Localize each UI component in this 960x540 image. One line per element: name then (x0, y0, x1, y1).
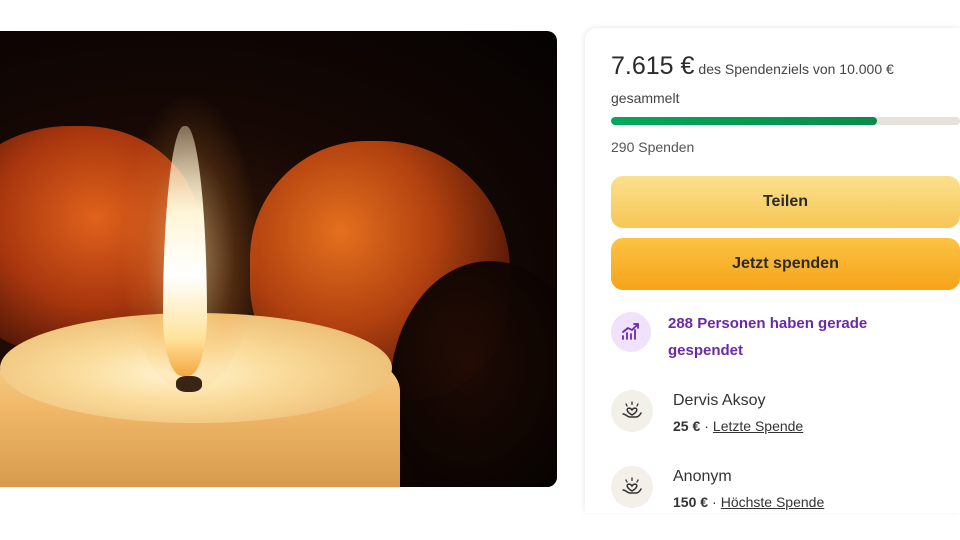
heart-hand-icon (611, 466, 653, 508)
donor-name: Dervis Aksoy (673, 392, 766, 409)
progress-bar (611, 117, 960, 125)
donor-meta: 150 € · Höchste Spende (673, 494, 824, 510)
donations-count: 290 Spenden (611, 139, 695, 155)
donor-amount: 150 € (673, 494, 709, 510)
latest-donation-link[interactable]: Letzte Spende (713, 418, 803, 434)
donate-now-button[interactable]: Jetzt spenden (611, 238, 960, 290)
top-donation-link[interactable]: Höchste Spende (721, 494, 825, 510)
recent-donations-text: 288 Personen haben gerade gespendet (668, 315, 868, 359)
trending-up-icon (611, 312, 651, 352)
candle-in-hands-image (0, 31, 557, 487)
recent-donations-notice: 288 Personen haben gerade gespendet (611, 308, 960, 368)
share-button[interactable]: Teilen (611, 176, 960, 228)
goal-text: des Spendenziels von 10.000 € (698, 61, 894, 77)
separator: · (712, 494, 717, 510)
heart-hand-icon (611, 390, 653, 432)
progress-bar-fill (611, 117, 877, 125)
donor-amount: 25 € (673, 418, 701, 434)
raised-amount: 7.615 € (611, 52, 695, 80)
donor-item: Anonym 150 € · Höchste Spende (611, 464, 960, 516)
donor-name: Anonym (673, 468, 732, 485)
goal-text-suffix: gesammelt (611, 90, 680, 106)
donor-meta: 25 € · Letzte Spende (673, 418, 803, 434)
donation-panel: 7.615 € des Spendenziels von 10.000 € ges… (585, 28, 960, 513)
candle-wick (176, 376, 202, 392)
separator: · (704, 418, 709, 434)
amount-line: 7.615 € des Spendenziels von 10.000 € (611, 54, 956, 80)
donor-item: Dervis Aksoy 25 € · Letzte Spende (611, 388, 960, 440)
